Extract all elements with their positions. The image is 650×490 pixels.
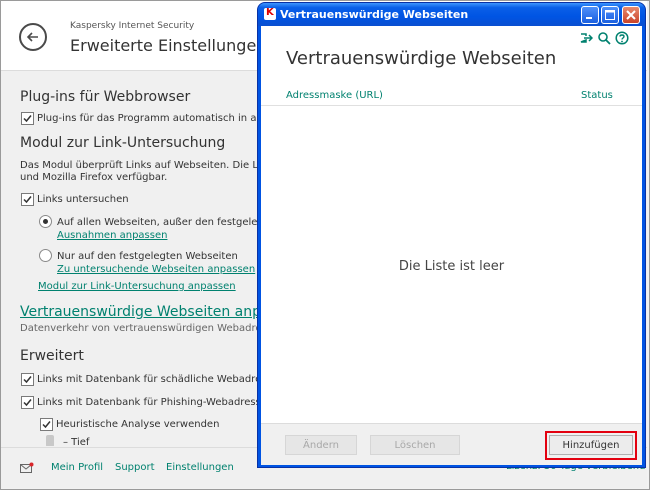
checkmark-icon bbox=[23, 196, 32, 204]
heuristic-checkbox[interactable] bbox=[40, 418, 53, 431]
support-link[interactable]: Support bbox=[115, 462, 155, 473]
exit-icon[interactable] bbox=[579, 31, 593, 45]
trusted-sites-dialog: K Vertrauenswürdige Webseiten Vertrauens… bbox=[258, 3, 645, 467]
search-icon[interactable] bbox=[597, 31, 611, 45]
radio-selected-dot bbox=[43, 219, 48, 224]
trusted-sites-description: Datenverkehr von vertrauenswürdigen Weba… bbox=[20, 323, 296, 334]
close-icon bbox=[626, 10, 636, 20]
heuristic-label: Heuristische Analyse verwenden bbox=[56, 419, 220, 430]
close-button[interactable] bbox=[622, 6, 640, 24]
back-button[interactable] bbox=[19, 23, 47, 51]
arrow-left-icon bbox=[26, 32, 38, 42]
malicious-db-checkbox[interactable] bbox=[21, 373, 34, 386]
section-title-advanced: Erweitert bbox=[20, 348, 84, 364]
mail-icon[interactable] bbox=[20, 462, 34, 473]
radio-specified-sites[interactable] bbox=[39, 249, 52, 262]
empty-list-message: Die Liste ist leer bbox=[398, 259, 505, 274]
maximize-button[interactable] bbox=[601, 6, 619, 24]
heuristic-level-label: – Tief bbox=[63, 437, 90, 446]
dialog-body: Vertrauenswürdige Webseiten Adressmaske … bbox=[261, 26, 642, 465]
dialog-titlebar[interactable]: K Vertrauenswürdige Webseiten bbox=[258, 3, 645, 26]
maximize-icon bbox=[605, 10, 615, 20]
phishing-db-label: Links mit Datenbank für Phishing-Webadre… bbox=[37, 397, 287, 408]
plugins-checkbox[interactable] bbox=[21, 112, 34, 125]
checkmark-icon bbox=[42, 421, 51, 429]
help-icon[interactable] bbox=[615, 31, 629, 45]
checkmark-icon bbox=[23, 376, 32, 384]
add-button[interactable]: Hinzufügen bbox=[549, 435, 633, 455]
checkmark-icon bbox=[23, 115, 32, 123]
specified-sites-link[interactable]: Zu untersuchende Webseiten anpassen bbox=[57, 264, 255, 275]
kaspersky-k-icon: K bbox=[264, 7, 276, 20]
minimize-button[interactable] bbox=[581, 6, 599, 24]
my-profile-link[interactable]: Mein Profil bbox=[51, 462, 103, 473]
column-header-status[interactable]: Status bbox=[581, 90, 613, 101]
section-title-module: Modul zur Link-Untersuchung bbox=[20, 135, 226, 151]
plugins-checkbox-label: Plug-ins für das Programm automatisch in… bbox=[37, 113, 288, 124]
dialog-button-bar: Ändern Löschen Hinzufügen bbox=[261, 423, 642, 465]
phishing-db-checkbox[interactable] bbox=[21, 396, 34, 409]
settings-link[interactable]: Einstellungen bbox=[166, 462, 234, 473]
radio-specified-sites-label: Nur auf den festgelegten Webseiten bbox=[57, 251, 238, 262]
module-settings-link[interactable]: Modul zur Link-Untersuchung anpassen bbox=[38, 281, 236, 292]
edit-button[interactable]: Ändern bbox=[285, 435, 357, 455]
heuristic-level-slider[interactable] bbox=[46, 435, 54, 446]
column-header-url[interactable]: Adressmaske (URL) bbox=[286, 90, 383, 101]
checkmark-icon bbox=[23, 399, 32, 407]
app-name: Kaspersky Internet Security bbox=[70, 21, 195, 31]
exceptions-link[interactable]: Ausnahmen anpassen bbox=[57, 230, 167, 241]
delete-button[interactable]: Löschen bbox=[370, 435, 460, 455]
module-description-line2: und Mozilla Firefox verfügbar. bbox=[20, 172, 168, 183]
radio-all-sites[interactable] bbox=[39, 215, 52, 228]
column-divider bbox=[261, 105, 642, 106]
minimize-icon bbox=[586, 17, 592, 19]
malicious-db-label: Links mit Datenbank für schädliche Webad… bbox=[37, 374, 285, 385]
section-title-plugins: Plug-ins für Webbrowser bbox=[20, 89, 191, 105]
check-links-checkbox[interactable] bbox=[21, 193, 34, 206]
dialog-window-title: Vertrauenswürdige Webseiten bbox=[280, 8, 469, 21]
radio-all-sites-label: Auf allen Webseiten, außer den festgeleg… bbox=[57, 217, 281, 228]
check-links-label: Links untersuchen bbox=[37, 194, 129, 205]
dialog-heading: Vertrauenswürdige Webseiten bbox=[286, 48, 557, 69]
module-description-line1: Das Modul überprüft Links auf Webseiten.… bbox=[20, 160, 291, 171]
